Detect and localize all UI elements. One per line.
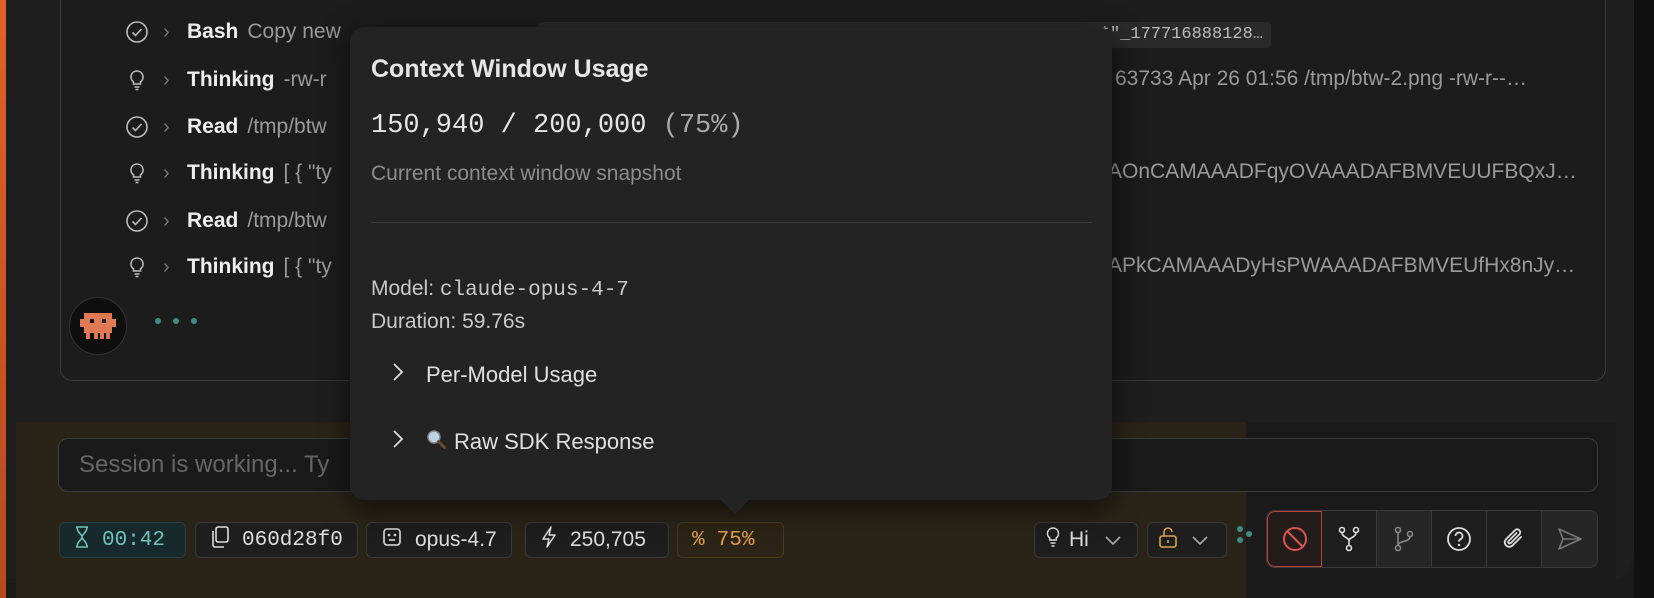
bot-icon bbox=[381, 526, 403, 554]
copy-icon bbox=[210, 526, 230, 554]
fork-icon bbox=[1338, 526, 1360, 552]
crab-icon bbox=[80, 313, 116, 339]
row-detail-overflow: AOnCAMAAADFqyOVAAADAFBMVEUUFBQxJ… bbox=[1108, 160, 1577, 183]
check-circle-icon bbox=[125, 209, 149, 233]
tool-detail: [ { "ty bbox=[283, 255, 332, 278]
tool-detail: Copy new bbox=[247, 20, 341, 43]
chevron-right-icon: › bbox=[163, 255, 170, 278]
raw-sdk-response-toggle[interactable]: Raw SDK Response bbox=[392, 429, 655, 455]
chevron-right-icon: › bbox=[163, 20, 170, 43]
tool-detail: /tmp/btw bbox=[247, 115, 327, 138]
branch-button[interactable] bbox=[1377, 511, 1432, 567]
chevron-right-icon: › bbox=[163, 115, 170, 138]
help-icon bbox=[1447, 527, 1471, 551]
paperclip-icon bbox=[1503, 528, 1522, 548]
session-id: 060d28f0 bbox=[242, 528, 343, 552]
hourglass-icon bbox=[74, 525, 90, 555]
percent-icon: % bbox=[692, 528, 705, 552]
tool-row-bash[interactable]: › Bash Copy new bbox=[125, 17, 341, 47]
fork-button[interactable] bbox=[1322, 511, 1377, 567]
chevron-down-icon bbox=[1105, 528, 1121, 552]
model-value: claude-opus-4-7 bbox=[439, 279, 629, 302]
popover-title: Context Window Usage bbox=[371, 55, 649, 83]
session-id-pill[interactable]: 060d28f0 bbox=[195, 522, 358, 558]
stop-icon bbox=[1282, 527, 1307, 551]
check-circle-icon bbox=[125, 20, 149, 44]
divider bbox=[371, 222, 1092, 223]
action-toolbar bbox=[1266, 510, 1598, 568]
tool-kind: Thinking bbox=[187, 68, 275, 91]
usage-summary: 150,940 / 200,000 (75%) bbox=[371, 111, 744, 141]
permission-select[interactable] bbox=[1147, 522, 1227, 558]
magnifier-icon bbox=[426, 429, 446, 455]
thinking-level-select[interactable]: Hi bbox=[1034, 522, 1138, 558]
check-circle-icon bbox=[125, 115, 149, 139]
send-icon bbox=[1557, 528, 1582, 550]
lightbulb-icon bbox=[125, 161, 149, 185]
context-usage-popover: Context Window Usage 150,940 / 200,000 (… bbox=[350, 27, 1112, 515]
model-name: opus-4.7 bbox=[415, 528, 497, 551]
model-pill[interactable]: opus-4.7 bbox=[366, 522, 512, 558]
lightbulb-icon bbox=[125, 68, 149, 92]
tool-detail: /tmp/btw bbox=[247, 209, 327, 232]
tool-detail: -rw-r bbox=[283, 68, 327, 91]
chevron-down-icon bbox=[1192, 528, 1208, 552]
per-model-usage-toggle[interactable]: Per-Model Usage bbox=[392, 362, 597, 388]
chevron-right-icon bbox=[392, 362, 404, 388]
timer-value: 00:42 bbox=[102, 528, 166, 552]
row-detail-overflow: APkCAMAAADyHsPWAAADAFBMVEUfHx8nJy… bbox=[1108, 254, 1576, 277]
duration-label: Duration: bbox=[371, 310, 457, 333]
usage-tokens: 150,940 / 200,000 bbox=[371, 111, 647, 141]
tool-kind: Read bbox=[187, 209, 239, 232]
raw-sdk-response-label: Raw SDK Response bbox=[454, 429, 655, 454]
token-count: 250,705 bbox=[570, 528, 646, 551]
duration-line: Duration: 59.76s bbox=[371, 310, 525, 334]
chevron-right-icon: › bbox=[163, 161, 170, 184]
tool-kind: Read bbox=[187, 115, 239, 138]
thinking-level-value: Hi bbox=[1069, 528, 1089, 551]
typing-indicator bbox=[155, 318, 197, 324]
tool-kind: Thinking bbox=[187, 255, 275, 278]
thinking-row[interactable]: › Thinking -rw-r bbox=[125, 65, 327, 95]
chevron-right-icon bbox=[392, 429, 404, 455]
chevron-right-icon: › bbox=[163, 68, 170, 91]
chevron-right-icon: › bbox=[163, 209, 170, 232]
help-button[interactable] bbox=[1432, 511, 1487, 567]
attach-button[interactable] bbox=[1487, 511, 1542, 567]
lightbulb-icon bbox=[1045, 526, 1061, 554]
model-label: Model: bbox=[371, 277, 435, 300]
popover-subtitle: Current context window snapshot bbox=[371, 162, 682, 185]
row-detail-overflow: 63733 Apr 26 01:56 /tmp/btw-2.png -rw-r-… bbox=[1115, 67, 1528, 90]
tool-row-read[interactable]: › Read /tmp/btw bbox=[125, 206, 327, 236]
desktop-background bbox=[1634, 0, 1654, 598]
thinking-row[interactable]: › Thinking [ { "ty bbox=[125, 158, 332, 188]
unlock-icon bbox=[1158, 526, 1178, 554]
stop-button[interactable] bbox=[1267, 511, 1322, 567]
model-line: Model: claude-opus-4-7 bbox=[371, 277, 629, 302]
tool-kind: Thinking bbox=[187, 161, 275, 184]
send-button[interactable] bbox=[1542, 511, 1597, 567]
per-model-usage-label: Per-Model Usage bbox=[426, 362, 598, 387]
context-usage-pill[interactable]: % 75% bbox=[677, 522, 784, 558]
elapsed-timer: 00:42 bbox=[59, 522, 186, 558]
thinking-row[interactable]: › Thinking [ { "ty bbox=[125, 252, 332, 282]
tool-detail: [ { "ty bbox=[283, 161, 332, 184]
git-branch-icon bbox=[1394, 526, 1414, 552]
lightning-icon bbox=[540, 526, 558, 554]
tool-kind: Bash bbox=[187, 20, 239, 43]
usage-percent: (75%) bbox=[662, 111, 744, 141]
lightbulb-icon bbox=[125, 255, 149, 279]
assistant-avatar bbox=[69, 297, 127, 355]
activity-dots bbox=[1234, 524, 1254, 554]
tool-row-read[interactable]: › Read /tmp/btw bbox=[125, 112, 327, 142]
context-percent: 75% bbox=[716, 528, 755, 552]
duration-value: 59.76s bbox=[462, 310, 526, 333]
token-count-pill[interactable]: 250,705 bbox=[525, 522, 669, 558]
